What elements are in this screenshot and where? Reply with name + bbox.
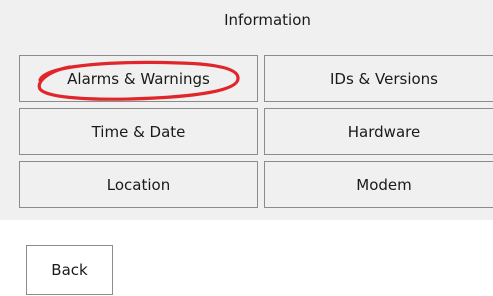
title-bar: Information [0,0,493,40]
time-date-button[interactable]: Time & Date [19,108,258,155]
ids-versions-button[interactable]: IDs & Versions [264,55,493,102]
location-button[interactable]: Location [19,161,258,208]
hardware-button[interactable]: Hardware [264,108,493,155]
page-title: Information [224,11,311,29]
back-button[interactable]: Back [26,245,113,295]
alarms-warnings-button[interactable]: Alarms & Warnings [19,55,258,102]
modem-button[interactable]: Modem [264,161,493,208]
